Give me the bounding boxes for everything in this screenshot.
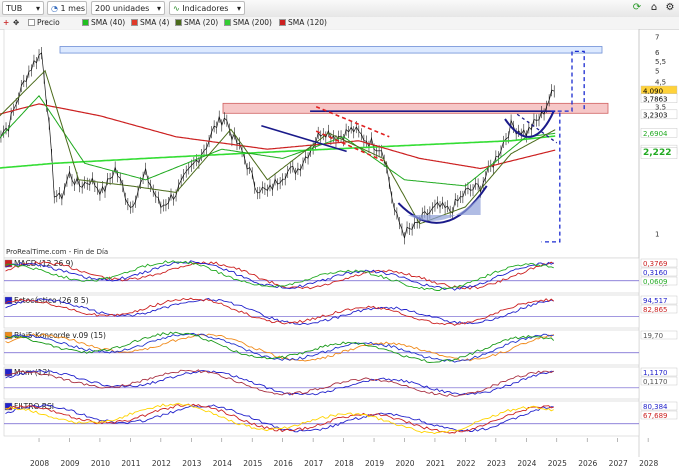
chevron-down-icon: ▾ — [156, 4, 161, 13]
y-tick-label: 4,5 — [655, 78, 666, 86]
x-tick-label: 2017 — [304, 459, 323, 468]
x-tick-label: 2025 — [548, 459, 567, 468]
x-tick-label: 2009 — [60, 459, 79, 468]
indicator-tag: 67,689 — [643, 412, 668, 420]
indicator-tag: 80,384 — [643, 403, 668, 411]
legend-item-sma-200[interactable]: SMA (200) — [224, 18, 272, 28]
indicator-panel-frame — [3, 294, 640, 329]
chevron-down-icon: ▾ — [236, 4, 241, 13]
x-axis: 2008 2009 2010 2011 2012 2013 2014 2015 2016 2017… — [30, 438, 658, 468]
x-tick-label: 2022 — [456, 459, 475, 468]
indicator-tag: 0,3769 — [643, 260, 668, 268]
sma-swatch-icon — [175, 19, 182, 26]
x-tick-label: 2010 — [91, 459, 110, 468]
units-label: 200 unidades — [95, 4, 150, 13]
period-select[interactable]: ◔ 1 mes — [47, 1, 87, 15]
x-tick-label: 2021 — [426, 459, 445, 468]
sma-swatch-icon — [82, 19, 89, 26]
period-label: 1 mes — [60, 4, 86, 13]
y-tick-label: 7 — [655, 34, 659, 42]
sma-swatch-icon — [131, 19, 138, 26]
ticker-select[interactable]: TUB ▾ — [2, 1, 44, 15]
indicator-tag: 0,0609 — [643, 278, 668, 286]
indicator-tag: 0,3160 — [643, 269, 668, 277]
chart-area[interactable]: 765,554,53,51ProRealTime.com - Fin de Dí… — [0, 29, 679, 470]
ticker-label: TUB — [6, 4, 23, 13]
indicators-icon: ∿ — [173, 4, 180, 13]
clock-icon: ◔ — [51, 4, 58, 13]
y-tick-label: 5,5 — [655, 58, 666, 66]
y-tick-label: 5 — [655, 68, 659, 76]
indicator-tag: 0,1170 — [643, 378, 668, 386]
indicator-tag: 82,865 — [643, 306, 668, 314]
x-tick-label: 2026 — [578, 459, 597, 468]
sma-swatch-icon — [279, 19, 286, 26]
source-label: ProRealTime.com - Fin de Día — [6, 248, 108, 256]
legend-item-sma-20[interactable]: SMA (20) — [175, 18, 218, 28]
y-tick-label: 6 — [655, 49, 660, 57]
x-tick-label: 2018 — [335, 459, 354, 468]
x-tick-label: 2015 — [243, 459, 262, 468]
x-tick-label: 2028 — [639, 459, 658, 468]
indicator-tag: 19,70 — [643, 332, 663, 340]
price-swatch-icon — [28, 19, 35, 26]
x-tick-label: 2019 — [365, 459, 384, 468]
x-tick-label: 2027 — [609, 459, 628, 468]
sma-swatch-icon — [224, 19, 231, 26]
price-tag: 3,2303 — [643, 111, 668, 119]
legend-item-sma-4[interactable]: SMA (4) — [131, 18, 169, 28]
y-tick-label: 1 — [655, 230, 659, 238]
add-indicator-icon[interactable]: + — [3, 18, 9, 28]
legend-item-sma-120[interactable]: SMA (120) — [279, 18, 327, 28]
x-tick-label: 2011 — [121, 459, 140, 468]
lock-icon[interactable]: ⌂ — [648, 2, 660, 14]
x-tick-label: 2020 — [395, 459, 414, 468]
indicator-tag: 94,517 — [643, 297, 668, 305]
price-tag: 2,222 — [643, 148, 671, 158]
price-tag: 3,7863 — [643, 95, 668, 103]
indicator-tag: 1,1170 — [643, 369, 668, 377]
units-select[interactable]: 200 unidades ▾ — [91, 1, 165, 15]
target-zone — [59, 46, 603, 54]
x-tick-label: 2024 — [517, 459, 536, 468]
chevron-down-icon: ▾ — [35, 4, 40, 13]
x-tick-label: 2013 — [182, 459, 201, 468]
indicators-button[interactable]: ∿ Indicadores ▾ — [169, 1, 245, 15]
x-tick-label: 2023 — [487, 459, 506, 468]
legend-item-sma-40[interactable]: SMA (40) — [82, 18, 125, 28]
refresh-icon[interactable]: ⟳ — [631, 2, 643, 14]
x-tick-label: 2008 — [30, 459, 49, 468]
price-tag: 2,6904 — [643, 130, 668, 138]
indicator-panels[interactable]: MACD (12 26 9)-0,50,37690,31600,0609Esto… — [3, 257, 678, 437]
settings-icon[interactable]: ⚙ — [664, 2, 676, 14]
indicators-label: Indicadores — [182, 4, 229, 13]
move-icon[interactable]: ✥ — [13, 18, 19, 28]
x-tick-label: 2012 — [152, 459, 171, 468]
x-tick-label: 2016 — [274, 459, 293, 468]
legend-item-price[interactable]: Precio — [28, 18, 60, 28]
toolbar: TUB ▾ ◔ 1 mes 200 unidades ▾ ∿ Indicador… — [0, 0, 679, 18]
x-tick-label: 2014 — [213, 459, 232, 468]
